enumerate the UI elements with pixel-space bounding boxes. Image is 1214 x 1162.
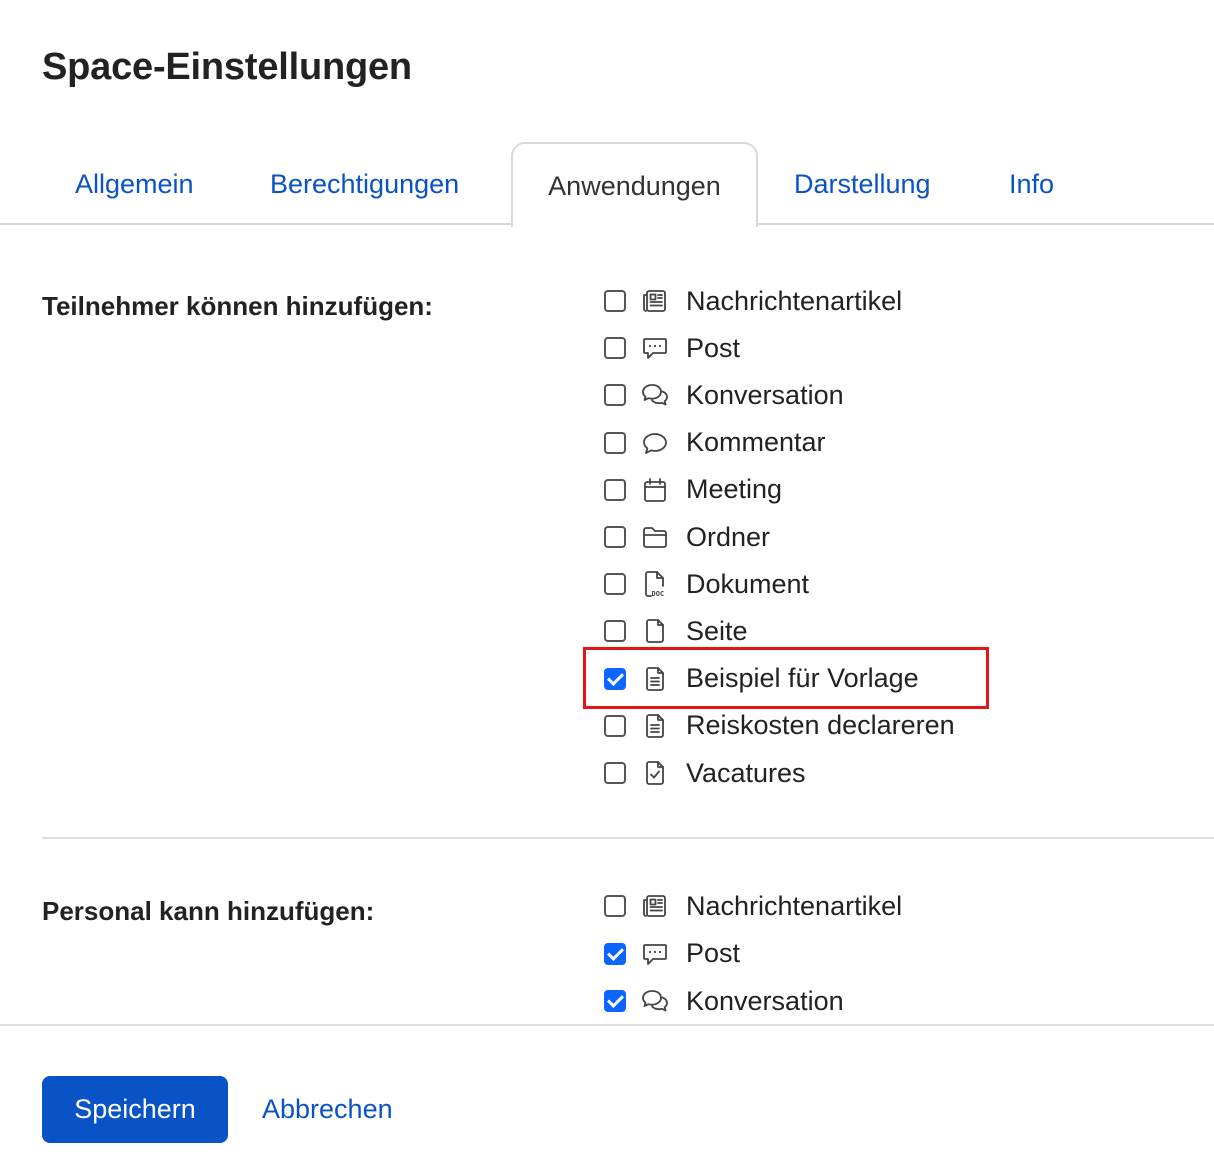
tab-allgemein[interactable]: Allgemein [75,142,194,225]
newspaper-icon [640,891,670,921]
checkbox[interactable] [604,478,626,501]
newspaper-icon [640,286,670,316]
dialog-footer: Speichern Abbrechen [0,1024,1214,1162]
cancel-link[interactable]: Abbrechen [262,1094,393,1125]
option-label: Vacatures [686,757,806,788]
document-doc-icon: DOC [640,569,670,599]
option-label: Post [686,938,741,968]
option-label: Post [686,332,741,363]
chat-bubble-dots-icon [640,939,670,969]
checkbox[interactable] [604,573,626,596]
staff-option[interactable]: Konversation [604,981,844,1021]
participants-option[interactable]: Vacatures [604,753,806,793]
participants-option[interactable]: Kommentar [604,423,826,463]
option-label: Konversation [686,379,844,410]
option-label: Dokument [686,568,810,599]
highlight-box [583,647,989,709]
checkbox[interactable] [604,762,626,784]
option-label: Konversation [686,985,844,1016]
tab-anwendungen[interactable]: Anwendungen [511,142,758,227]
tab-bar: Allgemein Berechtigungen Anwendungen Dar… [0,142,1214,227]
checklist-document-icon [640,758,670,788]
checkbox[interactable] [604,431,626,454]
participants-section-label: Teilnehmer können hinzufügen: [42,291,433,321]
template-document-icon [640,711,670,741]
dialog-title: Space-Einstellungen [42,46,412,88]
participants-option[interactable]: Nachrichtenartikel [604,281,902,321]
participants-option[interactable]: DOC Dokument [604,564,809,604]
participants-option[interactable]: Reiskosten declareren [604,706,955,746]
staff-option[interactable]: Post [604,934,740,974]
checkbox[interactable] [604,526,626,548]
participants-option[interactable]: Post [604,328,740,368]
participants-option[interactable]: Ordner [604,517,770,557]
checkbox[interactable] [604,337,626,360]
option-label: Nachrichtenartikel [686,285,903,316]
svg-text:DOC: DOC [652,590,665,598]
conversation-icon [640,986,670,1016]
staff-section-label: Personal kann hinzufügen: [42,896,375,926]
tab-info[interactable]: Info [1009,142,1054,225]
option-label: Meeting [686,474,783,505]
checkbox[interactable] [604,714,626,737]
checkbox[interactable] [604,290,626,312]
option-label: Reiskosten declareren [686,710,955,741]
chat-bubble-dots-icon [640,333,670,363]
folder-icon [640,522,670,552]
conversation-icon [640,380,670,410]
calendar-icon [640,475,670,505]
tab-berechtigungen[interactable]: Berechtigungen [270,142,459,225]
page-icon [640,616,670,646]
option-label: Ordner [686,521,771,552]
checkbox[interactable] [604,990,626,1012]
tab-darstellung[interactable]: Darstellung [794,142,931,225]
participants-option[interactable]: Konversation [604,375,844,415]
checkbox[interactable] [604,942,626,965]
option-label: Kommentar [686,427,826,458]
section-divider [42,837,1214,839]
option-label: Nachrichtenartikel [686,890,903,921]
participants-option[interactable]: Seite [604,611,748,651]
checkbox[interactable] [604,384,626,407]
option-label: Seite [686,615,748,646]
checkbox[interactable] [604,620,626,643]
checkbox[interactable] [604,895,626,917]
save-button[interactable]: Speichern [42,1076,228,1143]
staff-option[interactable]: Nachrichtenartikel [604,886,902,926]
participants-option[interactable]: Meeting [604,470,782,510]
comment-icon [640,428,670,458]
